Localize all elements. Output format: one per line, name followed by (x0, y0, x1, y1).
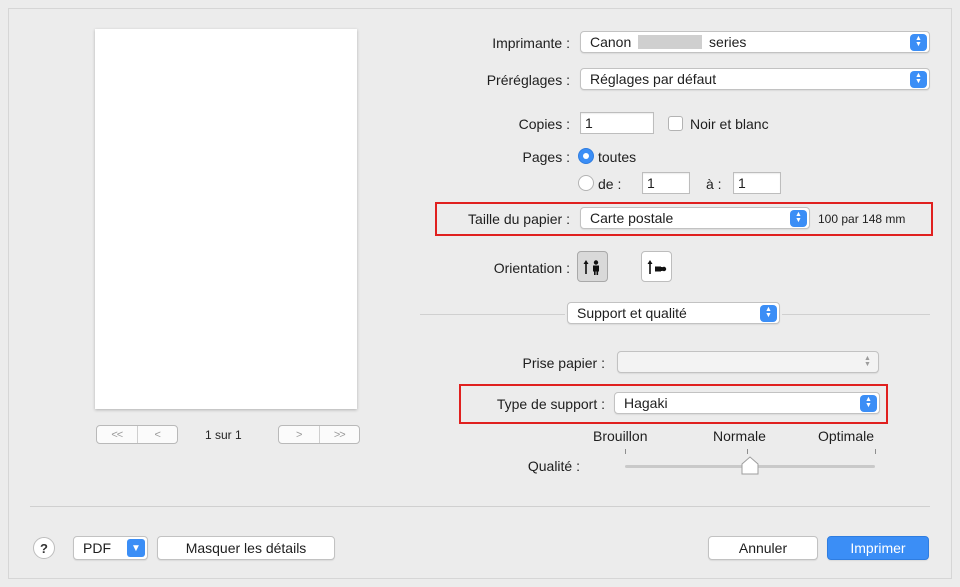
pages-range-radio[interactable] (578, 175, 594, 191)
pages-to-field[interactable]: 1 (733, 172, 781, 194)
section-value: Support et qualité (577, 305, 687, 321)
slider-thumb-icon (741, 456, 759, 475)
pages-from-field[interactable]: 1 (642, 172, 690, 194)
up-down-stepper-icon: ▲ ▼ (864, 355, 871, 368)
quality-tick (875, 449, 876, 454)
preview-nav-forward: > >> (278, 425, 360, 444)
help-icon: ? (40, 540, 48, 556)
portrait-button[interactable] (577, 251, 608, 282)
quality-tick (625, 449, 626, 454)
media-type-value: Hagaki (624, 395, 668, 411)
copies-label: Copies : (518, 116, 570, 132)
landscape-button[interactable] (641, 251, 672, 282)
pages-to-label: à : (706, 176, 722, 192)
pages-from-label: de : (598, 176, 622, 192)
printer-model-redacted (638, 35, 703, 49)
paper-size-popup[interactable]: Carte postale ▲ ▼ (580, 207, 810, 229)
up-down-stepper-icon: ▲ ▼ (910, 70, 927, 88)
quality-slider-thumb[interactable] (740, 456, 760, 476)
up-down-stepper-icon: ▲ ▼ (860, 394, 877, 412)
orientation-label: Orientation : (493, 260, 570, 276)
paper-source-popup[interactable]: ▲ ▼ (617, 351, 879, 373)
quality-tick (747, 449, 748, 454)
printer-label: Imprimante : (492, 35, 570, 51)
cancel-button[interactable]: Annuler (708, 536, 818, 560)
up-down-stepper-icon: ▲ ▼ (910, 33, 927, 51)
printer-popup[interactable]: Canon series ▲ ▼ (580, 31, 930, 53)
paper-size-label: Taille du papier : (468, 211, 570, 227)
preview-nav-back: << < (96, 425, 178, 444)
pages-all-radio[interactable] (578, 148, 594, 164)
media-type-popup[interactable]: Hagaki ▲ ▼ (614, 392, 880, 414)
landscape-icon (647, 259, 666, 274)
quality-label: Qualité : (527, 458, 580, 474)
section-divider-right (782, 314, 930, 315)
last-page-button[interactable]: >> (318, 426, 360, 443)
page-count: 1 sur 1 (205, 428, 242, 442)
presets-label: Préréglages : (486, 72, 570, 88)
printer-name-suffix: series (709, 34, 747, 50)
portrait-icon (583, 259, 599, 275)
up-down-stepper-icon: ▲ ▼ (760, 304, 777, 322)
page-preview (95, 29, 357, 409)
help-button[interactable]: ? (33, 537, 55, 559)
bw-label: Noir et blanc (690, 116, 769, 132)
presets-value: Réglages par défaut (590, 71, 717, 87)
paper-dimensions: 100 par 148 mm (818, 212, 906, 226)
bw-checkbox[interactable] (668, 116, 683, 131)
prev-page-button[interactable]: < (136, 426, 178, 443)
print-button[interactable]: Imprimer (827, 536, 929, 560)
pdf-label: PDF (83, 540, 111, 556)
printer-name-prefix: Canon (590, 34, 632, 50)
section-divider-left (420, 314, 565, 315)
presets-popup[interactable]: Réglages par défaut ▲ ▼ (580, 68, 930, 90)
paper-size-value: Carte postale (590, 210, 674, 226)
paper-source-label: Prise papier : (522, 355, 605, 371)
quality-option-best: Optimale (818, 428, 875, 444)
pages-all-label: toutes (598, 149, 637, 165)
chevron-down-icon: ▼ (127, 539, 145, 557)
copies-field[interactable]: 1 (580, 112, 654, 134)
footer-divider (30, 506, 930, 507)
up-down-stepper-icon: ▲ ▼ (790, 209, 807, 227)
pdf-menu-button[interactable]: PDF ▼ (73, 536, 148, 560)
next-page-button[interactable]: > (279, 426, 319, 443)
section-popup[interactable]: Support et qualité ▲ ▼ (567, 302, 780, 324)
pages-label: Pages : (522, 149, 570, 165)
hide-details-button[interactable]: Masquer les détails (157, 536, 335, 560)
quality-option-normal: Normale (713, 428, 766, 444)
quality-option-draft: Brouillon (593, 428, 648, 444)
first-page-button[interactable]: << (97, 426, 137, 443)
media-type-label: Type de support : (496, 396, 605, 412)
